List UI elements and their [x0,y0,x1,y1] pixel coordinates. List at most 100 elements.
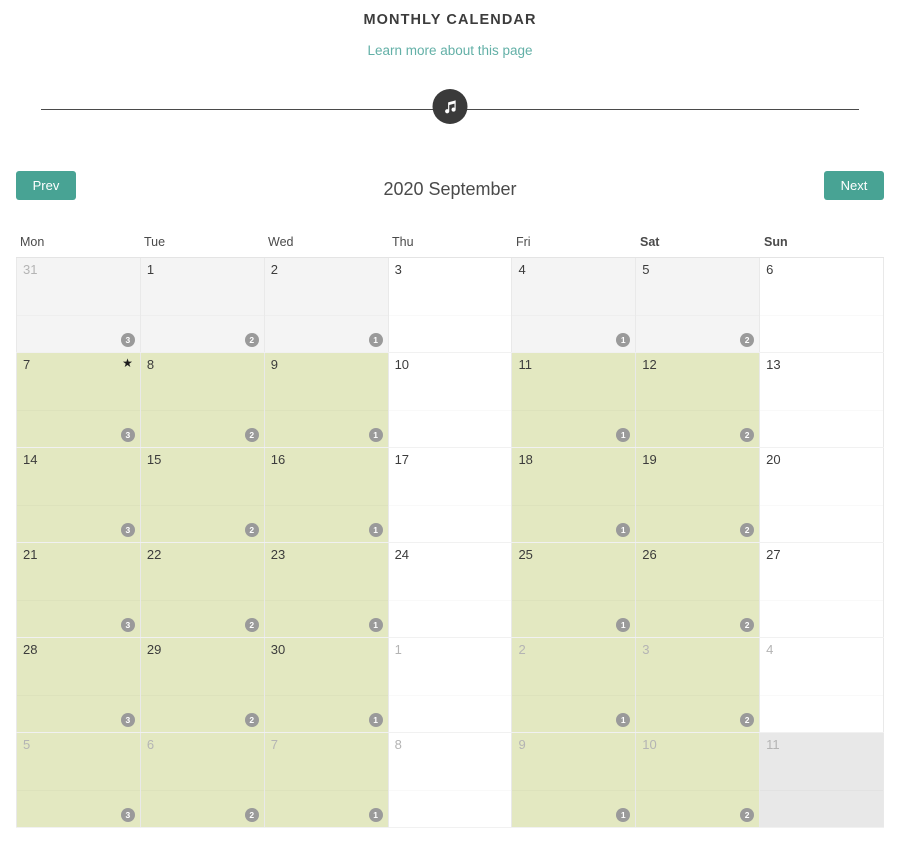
calendar-day-cell[interactable]: 22 2 [140,543,265,637]
calendar-day-cell[interactable]: 7 ★ 3 [16,353,141,447]
day-number: 30 [270,642,286,657]
day-number: 15 [146,452,162,467]
event-count-badge[interactable]: 2 [740,618,755,632]
cell-inner-divider [17,790,140,791]
calendar-day-cell[interactable]: 26 2 [636,543,761,637]
learn-more-link[interactable]: Learn more about this page [367,43,532,58]
calendar-day-cell[interactable]: 19 2 [636,448,761,542]
calendar-day-cell[interactable]: 13 [760,353,885,447]
star-icon: ★ [122,356,133,370]
event-count-badge[interactable]: 3 [120,808,135,822]
calendar-day-cell[interactable]: 1 [388,638,513,732]
calendar-day-cell[interactable]: 21 [512,638,637,732]
event-count-badge[interactable]: 1 [616,808,631,822]
day-number: 11 [518,357,532,372]
event-count-badge[interactable]: 2 [244,428,259,442]
calendar-day-cell[interactable]: 4 [760,638,885,732]
calendar-day-cell[interactable]: 10 [388,353,513,447]
cell-inner-divider [141,695,264,696]
calendar-day-cell[interactable]: 10 2 [636,733,761,827]
calendar-day-cell[interactable]: 30 1 [264,638,389,732]
event-count-badge[interactable]: 2 [244,523,259,537]
weekday-header-mon: Mon [20,235,45,249]
event-count-badge[interactable]: 2 [740,713,755,727]
event-count-badge[interactable]: 3 [120,523,135,537]
calendar-day-cell[interactable]: 8 [388,733,513,827]
calendar-week-row: 31 3 1 2 2 1 3 4 1 5 2 6 [16,258,885,353]
day-number: 10 [642,737,657,752]
calendar-day-cell[interactable]: 53 [16,733,141,827]
prev-month-button[interactable]: Prev [16,171,76,200]
event-count-badge[interactable]: 1 [616,713,631,727]
calendar-day-cell[interactable]: 16 1 [264,448,389,542]
calendar-day-cell[interactable]: 23 1 [264,543,389,637]
event-count-badge[interactable]: 2 [740,808,755,822]
event-count-badge[interactable]: 1 [368,713,383,727]
calendar-day-cell[interactable]: 41 [512,258,637,352]
calendar-day-cell[interactable]: 21 3 [16,543,141,637]
calendar-day-cell[interactable]: 27 [760,543,885,637]
day-number: 10 [394,357,410,372]
event-count-badge[interactable]: 3 [120,618,135,632]
calendar-day-cell[interactable]: 71 [264,733,389,827]
event-count-badge[interactable]: 1 [616,618,631,632]
calendar-day-cell[interactable]: 12 2 [636,353,761,447]
monthly-calendar-page: MONTHLY CALENDAR Learn more about this p… [0,0,900,857]
calendar-day-cell[interactable]: 11 1 [512,353,637,447]
calendar-day-cell[interactable]: 17 [388,448,513,542]
day-number: 21 [23,547,38,562]
event-count-badge[interactable]: 3 [120,428,135,442]
event-count-badge[interactable]: 2 [740,428,755,442]
cell-inner-divider [389,600,512,601]
cell-inner-divider [389,505,512,506]
cell-inner-divider [17,315,140,316]
calendar-day-cell[interactable]: 3 [388,258,513,352]
calendar-day-cell[interactable]: 32 [636,638,761,732]
cell-inner-divider [512,410,635,411]
day-number: 31 [23,262,38,277]
event-count-badge[interactable]: 1 [368,618,383,632]
calendar-day-cell[interactable]: 15 2 [140,448,265,542]
calendar-day-cell[interactable]: 29 2 [140,638,265,732]
event-count-badge[interactable]: 2 [244,618,259,632]
event-count-badge[interactable]: 1 [616,333,631,347]
calendar-day-cell[interactable]: 31 3 [16,258,141,352]
calendar-day-cell[interactable]: 14 3 [16,448,141,542]
calendar-day-cell[interactable]: 6 [760,258,885,352]
event-count-badge[interactable]: 1 [368,808,383,822]
calendar-day-cell[interactable]: 52 [636,258,761,352]
calendar-day-cell[interactable]: 91 [512,733,637,827]
calendar-day-cell[interactable]: 25 1 [512,543,637,637]
event-count-badge[interactable]: 2 [740,523,755,537]
event-count-badge[interactable]: 1 [368,428,383,442]
calendar-day-cell[interactable]: 82 [140,353,265,447]
day-number: 25 [518,547,533,562]
event-count-badge[interactable]: 1 [616,428,631,442]
calendar-day-cell[interactable]: 62 [140,733,265,827]
day-number: 27 [766,547,781,562]
calendar-day-cell[interactable]: 20 [760,448,885,542]
calendar-day-cell[interactable]: 21 [264,258,389,352]
event-count-badge[interactable]: 2 [740,333,755,347]
event-count-badge[interactable]: 3 [120,713,135,727]
calendar-day-cell[interactable]: 18 1 [512,448,637,542]
music-note-icon [432,89,468,124]
calendar-day-cell[interactable]: 24 [388,543,513,637]
day-number: 2 [270,262,278,277]
event-count-badge[interactable]: 2 [244,713,259,727]
event-count-badge[interactable]: 1 [368,523,383,537]
cell-inner-divider [389,790,512,791]
calendar-day-cell[interactable]: 12 [140,258,265,352]
event-count-badge[interactable]: 2 [244,808,259,822]
calendar-day-cell[interactable]: 28 3 [16,638,141,732]
next-month-button[interactable]: Next [824,171,884,200]
calendar-day-cell[interactable]: 91 [264,353,389,447]
weekday-header-thu: Thu [392,235,414,249]
event-count-badge[interactable]: 1 [368,333,383,347]
event-count-badge[interactable]: 3 [120,333,135,347]
calendar-day-cell[interactable]: 11 [760,733,885,827]
cell-inner-divider [389,315,512,316]
cell-inner-divider [17,410,140,411]
event-count-badge[interactable]: 1 [616,523,631,537]
event-count-badge[interactable]: 2 [244,333,259,347]
